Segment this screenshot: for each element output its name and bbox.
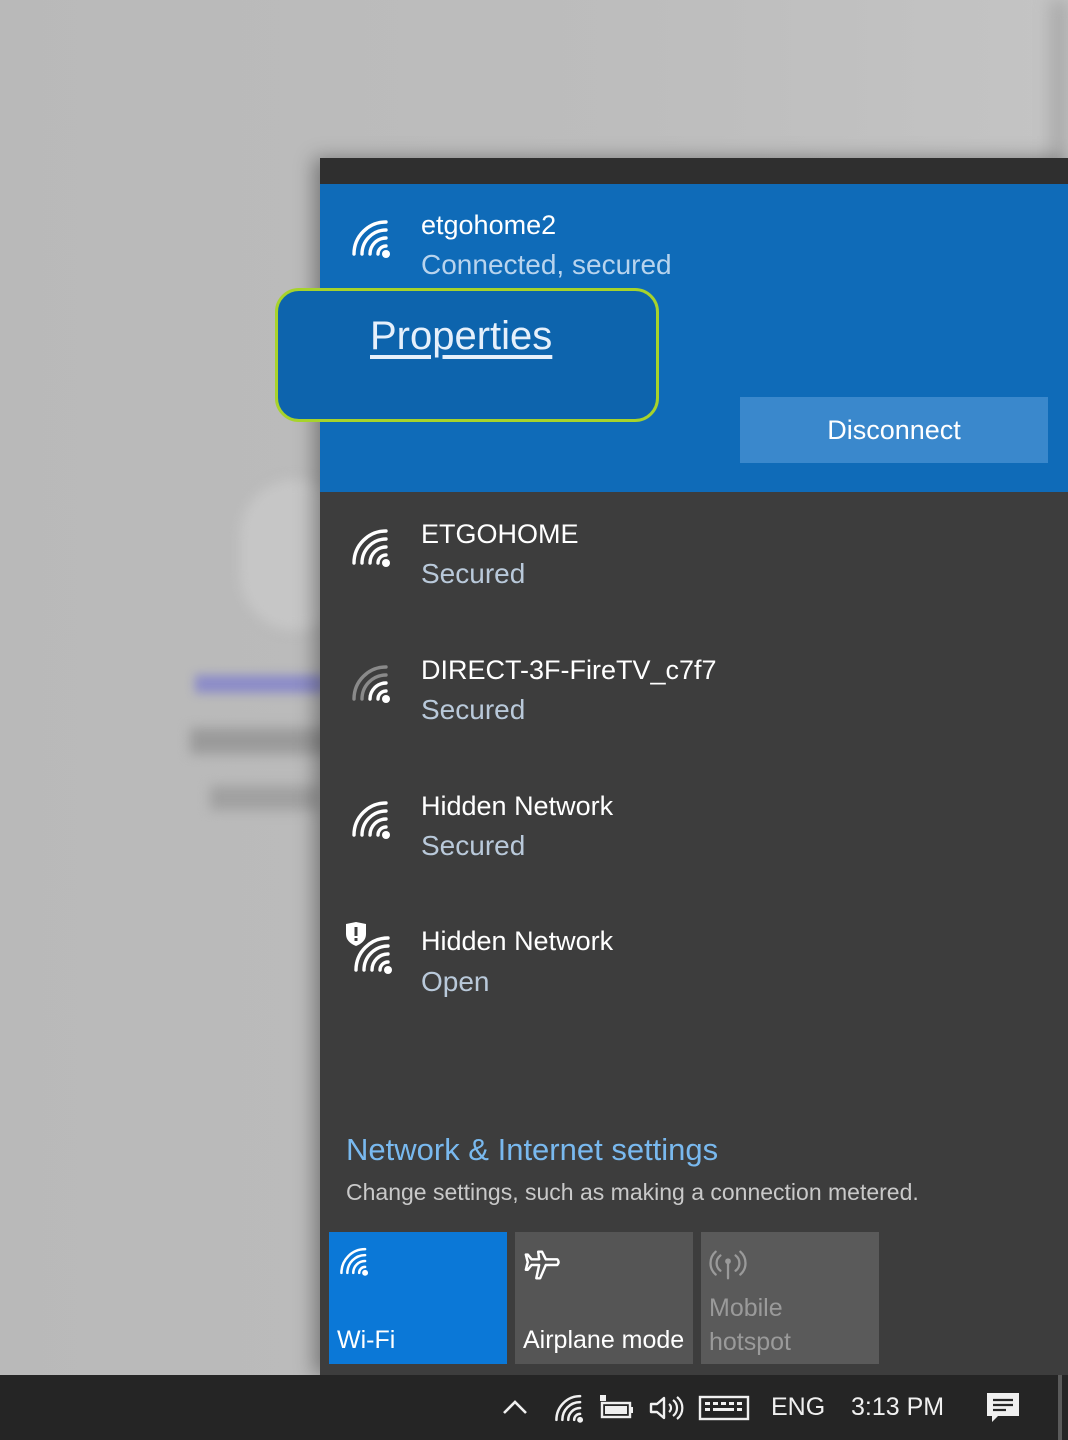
settings-description: Change settings, such as making a connec… xyxy=(346,1179,919,1205)
wifi-open-shield-icon xyxy=(344,922,396,974)
airplane-icon xyxy=(523,1246,563,1286)
blurred-desktop-text xyxy=(210,786,320,810)
hotspot-label-line1: Mobile xyxy=(709,1294,783,1322)
network-name: Hidden Network xyxy=(421,791,614,821)
wifi-signal-icon xyxy=(348,527,394,567)
action-center-notification-icon[interactable] xyxy=(984,1375,1022,1440)
wifi-tile-icon xyxy=(337,1246,377,1286)
touch-keyboard-icon[interactable] xyxy=(698,1375,750,1440)
network-status: Open xyxy=(421,966,490,997)
clock[interactable]: 3:13 PM xyxy=(851,1375,944,1440)
mobile-hotspot-tile[interactable]: Mobile hotspot xyxy=(701,1232,879,1364)
airplane-mode-label: Airplane mode xyxy=(523,1326,685,1354)
battery-charging-icon[interactable] xyxy=(598,1375,636,1440)
wifi-signal-weak-icon xyxy=(348,663,394,703)
language-indicator[interactable]: ENG xyxy=(771,1375,825,1440)
disconnect-button[interactable]: Disconnect xyxy=(740,397,1048,463)
properties-link[interactable]: Properties xyxy=(370,314,552,359)
network-name: Hidden Network xyxy=(421,926,614,956)
network-name: ETGOHOME xyxy=(421,519,579,549)
network-status: Secured xyxy=(421,558,526,589)
connected-network-status: Connected, secured xyxy=(421,249,672,280)
network-status: Secured xyxy=(421,830,526,861)
wifi-signal-icon xyxy=(348,799,394,839)
volume-icon[interactable] xyxy=(648,1375,684,1440)
hotspot-icon xyxy=(709,1246,749,1286)
blurred-desktop-link xyxy=(195,675,325,693)
wifi-tile-label: Wi-Fi xyxy=(337,1326,396,1354)
connected-network-name: etgohome2 xyxy=(421,210,557,240)
network-tray-icon[interactable] xyxy=(552,1375,586,1440)
show-hidden-icons-chevron-icon[interactable] xyxy=(500,1375,530,1440)
network-status: Secured xyxy=(421,694,526,725)
wifi-toggle-tile[interactable]: Wi-Fi xyxy=(329,1232,507,1364)
blurred-desktop-text xyxy=(190,728,330,754)
network-name: DIRECT-3F-FireTV_c7f7 xyxy=(421,655,717,685)
airplane-mode-tile[interactable]: Airplane mode xyxy=(515,1232,693,1364)
wifi-signal-icon xyxy=(348,218,394,258)
show-desktop-button[interactable] xyxy=(1058,1375,1062,1440)
flyout-top-bar xyxy=(320,158,1068,184)
hotspot-label-line2: hotspot xyxy=(709,1328,792,1356)
network-internet-settings-link[interactable]: Network & Internet settings xyxy=(346,1132,718,1168)
